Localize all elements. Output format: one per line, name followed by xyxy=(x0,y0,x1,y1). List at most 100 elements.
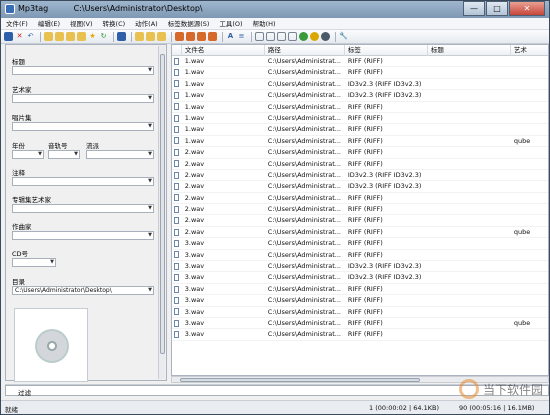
folder-open-icon[interactable] xyxy=(44,32,53,41)
text-to-tag-icon[interactable] xyxy=(208,32,217,41)
table-row[interactable]: 3.wav C:\Users\Administrat... RIFF (RIFF) xyxy=(172,307,548,318)
menu-view[interactable]: 视图(V) xyxy=(65,18,98,29)
export-icon[interactable] xyxy=(77,32,86,41)
year-field[interactable]: ▼ xyxy=(12,150,44,159)
table-row[interactable]: 2.wav C:\Users\Administrat... RIFF (RIFF) q… xyxy=(172,227,548,239)
table-row[interactable]: 3.wav C:\Users\Administrat... RIFF (RIFF) q… xyxy=(172,318,548,330)
table-row[interactable]: 1.wav C:\Users\Administrat... RIFF (RIFF) xyxy=(172,102,548,113)
column-tag[interactable]: 标签 xyxy=(345,45,428,56)
chevron-down-icon[interactable]: ▼ xyxy=(148,205,152,212)
discogs-icon[interactable] xyxy=(277,32,286,41)
chevron-down-icon[interactable]: ▼ xyxy=(148,232,152,239)
table-row[interactable]: 3.wav C:\Users\Administrat... ID3v2.3 (RIF… xyxy=(172,261,548,273)
table-row[interactable]: 3.wav C:\Users\Administrat... RIFF (RIFF) xyxy=(172,238,548,250)
paste-icon[interactable] xyxy=(146,32,155,41)
web-source-icon[interactable] xyxy=(310,32,319,41)
menu-convert[interactable]: 转换(C) xyxy=(98,18,131,29)
column-filename[interactable]: 文件名 xyxy=(182,45,265,56)
directory-field[interactable]: C:\Users\Administrator\Desktop\ ▼ xyxy=(12,286,154,295)
musicbrainz-icon[interactable] xyxy=(288,32,297,41)
maximize-button[interactable]: □ xyxy=(486,1,508,16)
tag-source-icon[interactable] xyxy=(321,32,330,41)
title-field[interactable]: ▼ xyxy=(12,66,154,75)
close-button[interactable]: ✕ xyxy=(509,1,545,16)
table-row[interactable]: 3.wav C:\Users\Administrat... RIFF (RIFF) xyxy=(172,250,548,262)
table-row[interactable]: 2.wav C:\Users\Administrat... ID3v2.3 (RIF… xyxy=(172,181,548,193)
favorite-icon[interactable]: ★ xyxy=(88,32,97,41)
scrollbar-thumb[interactable] xyxy=(160,54,165,354)
globe-icon[interactable] xyxy=(299,32,308,41)
table-row[interactable]: 3.wav C:\Users\Administrat... ID3v2.3 (RIF… xyxy=(172,272,548,284)
table-row[interactable]: 2.wav C:\Users\Administrat... RIFF (RIFF) xyxy=(172,193,548,205)
playlist-icon[interactable] xyxy=(66,32,75,41)
track-field[interactable]: ▼ xyxy=(48,150,80,159)
auto-numbering-icon[interactable]: ≡ xyxy=(237,32,246,41)
menu-actions[interactable]: 动作(A) xyxy=(130,18,163,29)
table-row[interactable]: 1.wav C:\Users\Administrat... RIFF (RIFF) xyxy=(172,124,548,136)
cell-file: 1.wav xyxy=(184,91,205,100)
table-row[interactable]: 2.wav C:\Users\Administrat... RIFF (RIFF) xyxy=(172,159,548,170)
table-row[interactable]: 1.wav C:\Users\Administrat... RIFF (RIFF) xyxy=(172,56,548,68)
composer-field[interactable]: ▼ xyxy=(12,231,154,240)
menu-file[interactable]: 文件(F) xyxy=(1,18,33,29)
chevron-down-icon[interactable]: ▼ xyxy=(148,95,152,102)
menu-tools[interactable]: 工具(O) xyxy=(214,18,247,29)
artist-field[interactable]: ▼ xyxy=(12,94,154,103)
cell-file: 2.wav xyxy=(184,193,205,202)
tag-panel-icon[interactable] xyxy=(117,32,126,41)
menu-edit[interactable]: 编辑(E) xyxy=(33,18,65,29)
table-row[interactable]: 1.wav C:\Users\Administrat... ID3v2.3 (RIF… xyxy=(172,79,548,91)
chevron-down-icon[interactable]: ▼ xyxy=(148,123,152,130)
folder-add-icon[interactable] xyxy=(55,32,64,41)
freedb-icon[interactable] xyxy=(255,32,264,41)
wrench-icon[interactable]: 🔧 xyxy=(339,32,348,41)
table-row[interactable]: 1.wav C:\Users\Administrat... RIFF (RIFF) q… xyxy=(172,136,548,148)
comment-field[interactable]: ▼ xyxy=(12,177,154,186)
table-row[interactable]: 2.wav C:\Users\Administrat... RIFF (RIFF) xyxy=(172,204,548,216)
cell-file: 2.wav xyxy=(184,205,205,214)
cut-icon[interactable] xyxy=(157,32,166,41)
table-row[interactable]: 2.wav C:\Users\Administrat... RIFF (RIFF) xyxy=(172,215,548,227)
refresh-icon[interactable]: ↻ xyxy=(99,32,108,41)
copy-icon[interactable] xyxy=(135,32,144,41)
undo-icon[interactable]: ↶ xyxy=(26,32,35,41)
table-row[interactable]: 3.wav C:\Users\Administrat... RIFF (RIFF) xyxy=(172,284,548,296)
genre-field[interactable]: ▼ xyxy=(86,150,154,159)
cell-tag: ID3v2.3 (RIFF ID3v2.3) xyxy=(347,262,422,271)
table-row[interactable]: 2.wav C:\Users\Administrat... ID3v2.3 (RIF… xyxy=(172,170,548,182)
amazon-icon[interactable] xyxy=(266,32,275,41)
chevron-down-icon[interactable]: ▼ xyxy=(74,151,78,158)
menu-help[interactable]: 帮助(H) xyxy=(248,18,281,29)
chevron-down-icon[interactable]: ▼ xyxy=(38,151,42,158)
table-row[interactable]: 3.wav C:\Users\Administrat... RIFF (RIFF) xyxy=(172,329,548,341)
chevron-down-icon[interactable]: ▼ xyxy=(148,178,152,185)
album-field[interactable]: ▼ xyxy=(12,122,154,131)
column-path[interactable]: 路径 xyxy=(265,45,345,56)
chevron-down-icon[interactable]: ▼ xyxy=(148,151,152,158)
album-artist-field[interactable]: ▼ xyxy=(12,204,154,213)
table-row[interactable]: 3.wav C:\Users\Administrat... RIFF (RIFF) xyxy=(172,295,548,307)
cover-art[interactable] xyxy=(14,308,88,382)
chevron-down-icon[interactable]: ▼ xyxy=(148,287,152,294)
tag-to-tag-icon[interactable]: A xyxy=(226,32,235,41)
column-title[interactable]: 标题 xyxy=(428,45,511,56)
file-icon xyxy=(172,272,182,282)
cell-title xyxy=(428,238,511,248)
table-row[interactable]: 1.wav C:\Users\Administrat... ID3v2.3 (RIF… xyxy=(172,90,548,102)
remove-tag-icon[interactable]: ✕ xyxy=(15,32,24,41)
save-icon[interactable] xyxy=(4,32,13,41)
scrollbar-thumb[interactable] xyxy=(180,378,420,382)
minimize-button[interactable]: — xyxy=(463,1,485,16)
tag-to-filename-icon[interactable] xyxy=(175,32,184,41)
filename-to-filename-icon[interactable] xyxy=(197,32,206,41)
filename-to-tag-icon[interactable] xyxy=(186,32,195,41)
table-row[interactable]: 1.wav C:\Users\Administrat... RIFF (RIFF) xyxy=(172,113,548,125)
table-row[interactable]: 2.wav C:\Users\Administrat... RIFF (RIFF) xyxy=(172,147,548,159)
chevron-down-icon[interactable]: ▼ xyxy=(50,259,54,266)
table-row[interactable]: 1.wav C:\Users\Administrat... RIFF (RIFF) xyxy=(172,67,548,79)
column-artist[interactable]: 艺术 xyxy=(511,45,548,56)
tag-panel-scrollbar[interactable] xyxy=(158,46,165,379)
menu-tag-sources[interactable]: 标签数据源(S) xyxy=(163,18,215,29)
disc-number-field[interactable]: ▼ xyxy=(12,258,56,267)
chevron-down-icon[interactable]: ▼ xyxy=(148,67,152,74)
